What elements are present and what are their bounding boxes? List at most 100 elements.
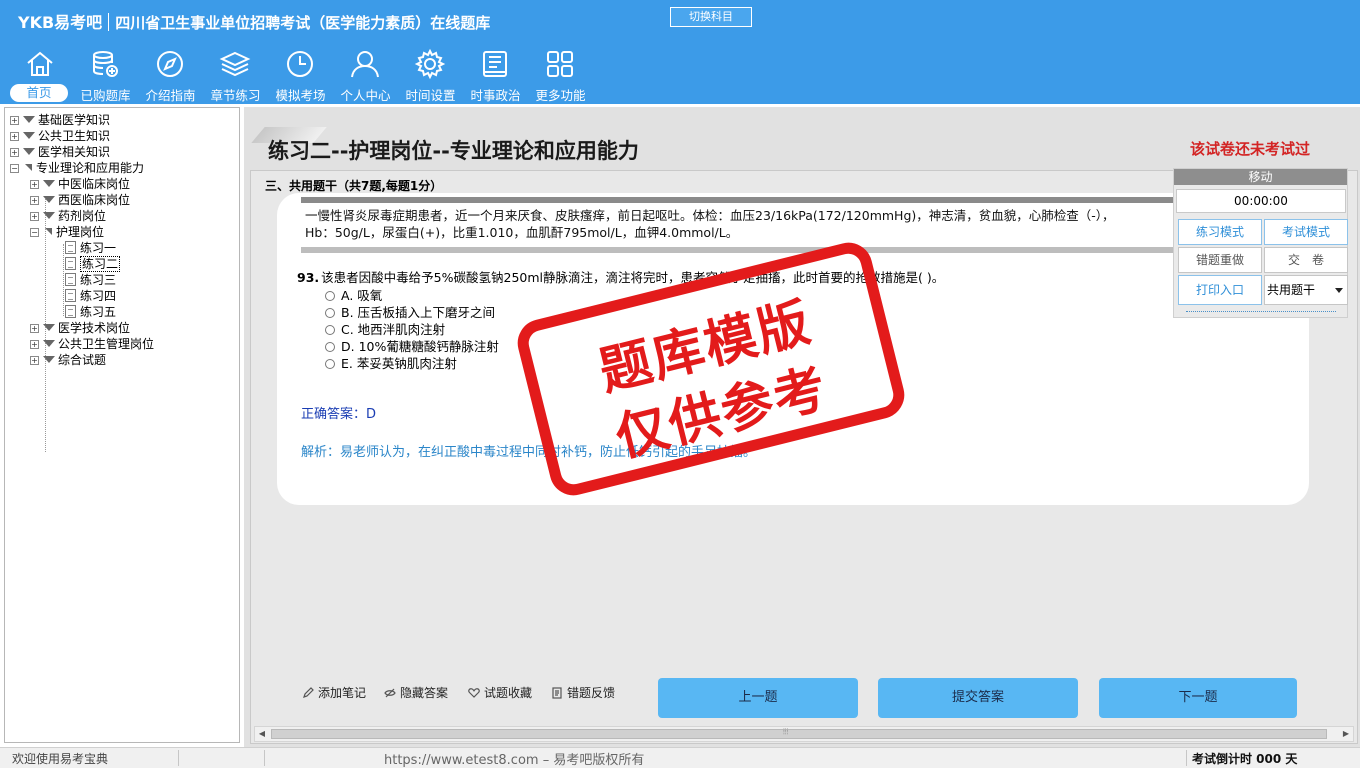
question-number: 93. <box>297 270 320 285</box>
folder-icon <box>43 212 55 219</box>
scrollbar-thumb[interactable] <box>271 729 1327 739</box>
print-entry-button[interactable]: 打印入口 <box>1178 275 1262 305</box>
tree-node-pharmacy[interactable]: + 药剂岗位 <box>30 208 106 224</box>
option-label: A. 吸氧 <box>341 288 383 303</box>
expand-icon[interactable]: + <box>10 132 19 141</box>
document-icon <box>65 241 76 254</box>
tree-node-related[interactable]: + 医学相关知识 <box>10 144 110 160</box>
option-a[interactable]: A. 吸氧 <box>325 287 382 304</box>
tree-node-label: 中医临床岗位 <box>58 177 131 191</box>
main-nav: 首页 已购题库 介绍指南 章节练习 模拟考场 个人中心 时间设置 时事政治 更多… <box>8 48 593 104</box>
tree-node-nursing[interactable]: − 护理岗位 <box>30 224 104 240</box>
hide-answer-button[interactable]: 隐藏答案 <box>384 684 448 701</box>
expand-icon[interactable]: + <box>30 324 39 333</box>
option-d[interactable]: D. 10%葡糖糖酸钙静脉注射 <box>325 338 499 355</box>
scroll-right-icon[interactable]: ▶ <box>1340 728 1352 740</box>
tree-leaf-label: 练习五 <box>80 305 117 319</box>
submit-answer-button[interactable]: 提交答案 <box>878 678 1078 718</box>
tree-node-label: 公共卫生知识 <box>38 129 111 143</box>
tree-node-western[interactable]: + 西医临床岗位 <box>30 192 130 208</box>
horizontal-scrollbar[interactable]: ◀ ⦙⦙⦙ ▶ <box>254 726 1354 742</box>
expand-icon[interactable]: + <box>30 340 39 349</box>
tree-node-public-health[interactable]: + 公共卫生知识 <box>10 128 110 144</box>
tree-node-basic-medicine[interactable]: + 基础医学知识 <box>10 112 110 128</box>
nav-more[interactable]: 更多功能 <box>528 48 593 104</box>
nav-chapter[interactable]: 章节练习 <box>203 48 268 104</box>
expand-icon[interactable]: + <box>10 116 19 125</box>
user-icon <box>351 51 379 78</box>
option-c[interactable]: C. 地西泮肌肉注射 <box>325 321 445 338</box>
nav-home[interactable]: 首页 <box>8 48 73 104</box>
folder-icon <box>43 340 55 347</box>
expand-icon[interactable]: + <box>30 196 39 205</box>
tree-node-comprehensive[interactable]: + 综合试题 <box>30 352 106 368</box>
tree-leaf-exercise-5[interactable]: 练习五 <box>65 304 116 320</box>
tree-leaf-label-selected: 练习二 <box>80 256 121 272</box>
folder-icon <box>23 148 35 155</box>
practice-mode-button[interactable]: 练习模式 <box>1178 219 1262 245</box>
radio-button[interactable] <box>325 342 335 352</box>
folder-icon <box>43 180 55 187</box>
tree-leaf-exercise-2[interactable]: 练习二 <box>65 256 121 272</box>
tree-node-professional[interactable]: − 专业理论和应用能力 <box>10 160 144 176</box>
collapse-icon[interactable]: − <box>30 228 39 237</box>
tree-leaf-exercise-3[interactable]: 练习三 <box>65 272 116 288</box>
layers-icon <box>219 51 251 77</box>
nav-time-settings[interactable]: 时间设置 <box>398 48 463 104</box>
nav-purchased[interactable]: 已购题库 <box>73 48 138 104</box>
nav-chapter-label: 章节练习 <box>210 88 261 103</box>
stem-line: Hb：50g/L，尿蛋白(+)，比重1.010，血肌酐795mol/L，血钾4.… <box>305 225 739 240</box>
expand-icon[interactable]: + <box>30 356 39 365</box>
nav-guide[interactable]: 介绍指南 <box>138 48 203 104</box>
tree-node-tcm[interactable]: + 中医临床岗位 <box>30 176 130 192</box>
exam-mode-button[interactable]: 考试模式 <box>1264 219 1348 245</box>
tree-leaf-exercise-1[interactable]: 练习一 <box>65 240 116 256</box>
tree-node-med-tech[interactable]: + 医学技术岗位 <box>30 320 130 336</box>
tree-node-label: 医学相关知识 <box>38 145 111 159</box>
tree-node-label: 护理岗位 <box>56 225 105 239</box>
paper-title-bar: 练习二--护理岗位--专业理论和应用能力 该试卷还未考试过 <box>251 125 1358 165</box>
report-error-button[interactable]: 错题反馈 <box>551 684 615 701</box>
question-type-select[interactable]: 共用题干 <box>1264 275 1348 305</box>
next-question-button[interactable]: 下一题 <box>1099 678 1297 718</box>
nav-profile[interactable]: 个人中心 <box>333 48 398 104</box>
tree-leaf-exercise-4[interactable]: 练习四 <box>65 288 116 304</box>
pencil-icon <box>303 687 314 698</box>
paper-title: 练习二--护理岗位--专业理论和应用能力 <box>268 139 639 163</box>
radio-button[interactable] <box>325 308 335 318</box>
option-b[interactable]: B. 压舌板插入上下磨牙之间 <box>325 304 495 321</box>
nav-current-affairs[interactable]: 时事政治 <box>463 48 528 104</box>
favorite-button[interactable]: 试题收藏 <box>468 684 532 701</box>
add-note-button[interactable]: 添加笔记 <box>302 684 366 701</box>
radio-button[interactable] <box>325 359 335 369</box>
status-bar: 欢迎使用易考宝典 https://www.etest8.com – 易考吧版权所… <box>0 747 1360 768</box>
switch-subject-button[interactable]: 切换科目 <box>670 7 752 27</box>
scroll-left-icon[interactable]: ◀ <box>256 728 268 740</box>
expand-icon[interactable]: + <box>30 180 39 189</box>
grid-icon <box>547 51 573 77</box>
radio-button[interactable] <box>325 325 335 335</box>
hand-in-button[interactable]: 交 卷 <box>1264 247 1348 273</box>
tree-node-label: 公共卫生管理岗位 <box>58 337 155 351</box>
nav-current-affairs-label: 时事政治 <box>470 88 521 103</box>
option-label: B. 压舌板插入上下磨牙之间 <box>341 305 496 320</box>
tree-node-ph-management[interactable]: + 公共卫生管理岗位 <box>30 336 154 352</box>
home-icon <box>27 51 53 76</box>
tree-node-label: 医学技术岗位 <box>58 321 131 335</box>
tree-leaf-label: 练习三 <box>80 273 117 287</box>
radio-button[interactable] <box>325 291 335 301</box>
database-icon <box>93 51 118 77</box>
collapse-icon[interactable]: − <box>10 164 19 173</box>
nav-mock-exam[interactable]: 模拟考场 <box>268 48 333 104</box>
move-handle[interactable]: 移动 <box>1174 169 1347 185</box>
news-icon <box>483 51 507 77</box>
document-icon <box>65 305 76 318</box>
expand-icon[interactable]: + <box>30 212 39 221</box>
redo-wrong-button[interactable]: 错题重做 <box>1178 247 1262 273</box>
option-e[interactable]: E. 苯妥英钠肌肉注射 <box>325 355 457 372</box>
prev-question-button[interactable]: 上一题 <box>658 678 858 718</box>
favorite-label: 试题收藏 <box>484 686 533 700</box>
expand-icon[interactable]: + <box>10 148 19 157</box>
document-icon <box>65 273 76 286</box>
brand-logo: YKB易考吧 <box>18 13 103 32</box>
